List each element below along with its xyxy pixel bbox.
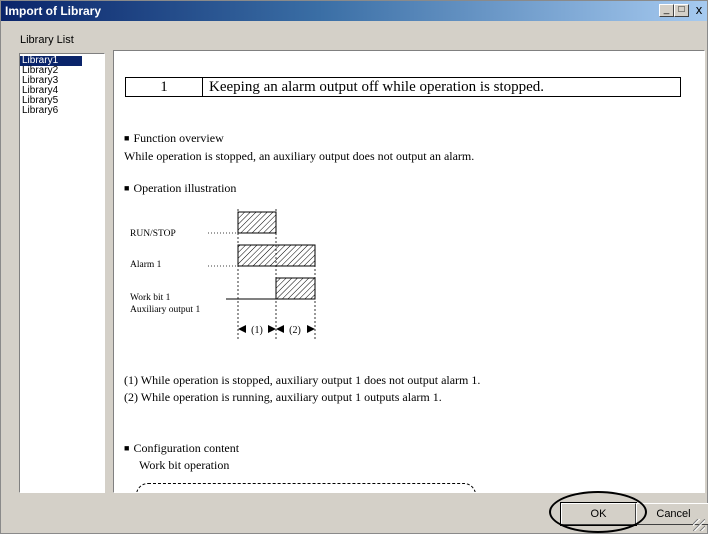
configuration-block-partial [136,483,476,492]
configuration-heading: Configuration content [124,441,239,456]
close-button[interactable]: x [691,3,707,17]
document-title: Keeping an alarm output off while operat… [209,79,545,95]
alarm-pulse [237,244,316,267]
note-2: (2) While operation is running, auxiliar… [124,390,442,404]
function-overview-heading: Function overview [124,131,223,146]
title-bar[interactable]: Import of Library _ □ x [1,1,707,21]
interval2-arrow-left [276,325,284,333]
library-list[interactable]: Library1 Library2 Library3 Library4 Libr… [19,53,105,493]
document-number: 1 [126,78,203,96]
resize-grip-icon[interactable] [693,519,705,531]
document-header: 1 Keeping an alarm output off while oper… [125,77,681,97]
minimize-button[interactable]: _ [659,4,674,17]
interval2-label: (2) [289,325,301,336]
library-document: 1 Keeping an alarm output off while oper… [114,51,690,492]
interval1-arrow-right [268,325,276,333]
operation-illustration-heading: Operation illustration [124,181,236,196]
interval2-arrow-right [307,325,315,333]
note-1: (1) While operation is stopped, auxiliar… [124,373,481,387]
interval1-arrow-left [238,325,246,333]
function-overview-text: While operation is stopped, an auxiliary… [124,149,475,163]
maximize-button[interactable]: □ [674,4,689,17]
library-item-6[interactable]: Library6 [20,106,104,116]
interval1-label: (1) [251,325,263,336]
ok-highlight-circle [549,491,647,533]
work-bit-pulse [275,277,316,300]
run-stop-pulse [237,211,277,234]
timing-diagram: (1) (2) [208,209,316,341]
import-library-dialog: Import of Library _ □ x Library List Lib… [0,0,708,534]
library-list-label: Library List [20,34,74,46]
library-preview-pane[interactable]: 1 Keeping an alarm output off while oper… [113,50,705,493]
configuration-subheading: Work bit operation [139,458,230,472]
window-title: Import of Library [5,4,102,18]
